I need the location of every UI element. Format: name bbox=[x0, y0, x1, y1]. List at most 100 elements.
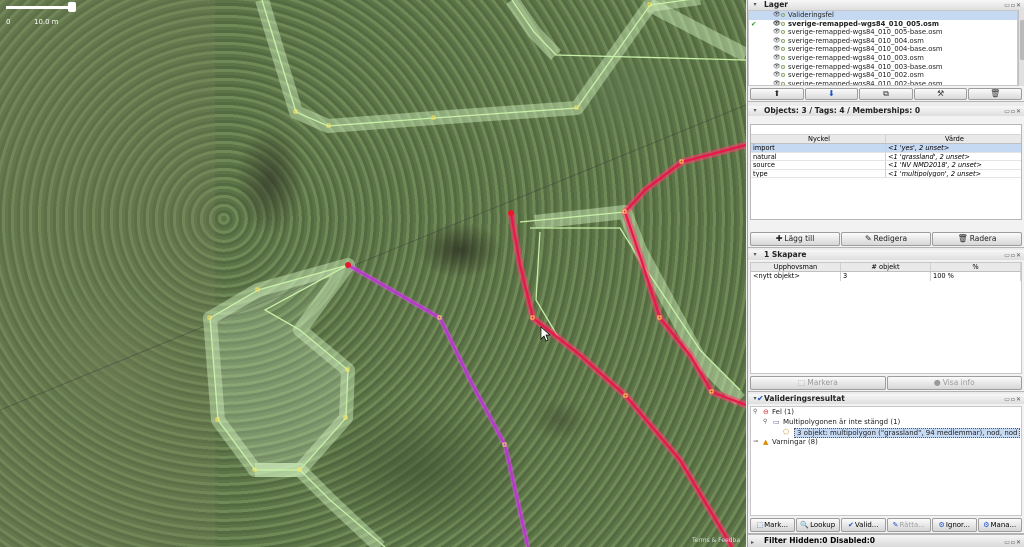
dialog-controls[interactable]: ▭▫✕ bbox=[1004, 395, 1022, 405]
tag-value: <1 'grassland', 2 unset> bbox=[888, 152, 970, 161]
authors-title: 1 Skapare bbox=[764, 250, 807, 259]
tag-filter-row[interactable] bbox=[751, 125, 1021, 135]
column-count[interactable]: # objekt bbox=[841, 263, 931, 271]
add-tag-button[interactable]: ✚ Lägg till bbox=[750, 232, 840, 246]
layer-item[interactable]: 👁 sverige-remapped-wgs84_010_004.osm bbox=[749, 37, 1017, 46]
tree-errors[interactable]: ⚲ ⊖ Fel (1) bbox=[751, 407, 1021, 417]
visibility-icon[interactable]: 👁 bbox=[773, 63, 781, 72]
error-ways[interactable] bbox=[507, 141, 746, 547]
validation-title-bar[interactable]: ▾ ✔ Valideringsresultat ▭▫✕ bbox=[748, 394, 1024, 404]
visibility-icon[interactable]: 👁 bbox=[773, 80, 781, 85]
filter-title-bar[interactable]: ▸ Filter Hidden:0 Disabled:0 ▭▫✕ bbox=[748, 534, 1024, 547]
scale-zero-label: 0 bbox=[6, 18, 11, 26]
layer-item[interactable]: 👁 sverige-remapped-wgs84_010_004-base.osm bbox=[749, 45, 1017, 54]
expand-toggle-icon[interactable]: ⊸ bbox=[753, 437, 758, 447]
selected-node[interactable] bbox=[508, 210, 514, 216]
map-view[interactable]: 0 10.0 m Terms & Feedba bbox=[0, 0, 746, 547]
zoom-slider-knob[interactable] bbox=[68, 2, 76, 12]
layer-name: sverige-remapped-wgs84_010_004.osm bbox=[788, 36, 924, 45]
expand-toggle-icon[interactable]: ⚲ bbox=[753, 407, 757, 417]
ignore-button[interactable]: ⚙Ignor... bbox=[932, 518, 977, 532]
collapse-icon[interactable]: ▸ bbox=[751, 537, 754, 547]
column-author[interactable]: Upphovsman bbox=[751, 263, 841, 271]
collapse-icon[interactable]: ▾ bbox=[751, 107, 759, 115]
layer-item[interactable]: 👁 sverige-remapped-wgs84_010_002.osm bbox=[749, 71, 1017, 80]
check-icon: ✔ bbox=[757, 394, 764, 403]
selected-node[interactable] bbox=[345, 262, 351, 268]
validation-dialog: ▾ ✔ Valideringsresultat ▭▫✕ ⚲ ⊖ Fel (1) … bbox=[748, 394, 1024, 534]
tab-icon: ✎ bbox=[892, 521, 899, 529]
member-way[interactable] bbox=[346, 262, 531, 547]
layer-scrollbar[interactable] bbox=[1018, 10, 1024, 86]
tag-row[interactable]: type <1 'multipolygon', 2 unset> bbox=[751, 169, 1021, 179]
column-percent[interactable]: % bbox=[931, 263, 1021, 271]
scale-bar: 0 10.0 m bbox=[6, 2, 76, 26]
delete-layer-button[interactable]: 🗑 bbox=[968, 88, 1022, 100]
tags-title-bar[interactable]: ▾ Objects: 3 / Tags: 4 / Memberships: 0 … bbox=[748, 106, 1024, 116]
layer-item[interactable]: 👁 sverige-remapped-wgs84_010_005-base.osm bbox=[749, 28, 1017, 37]
tag-row[interactable]: source <1 'NV NMD2018', 2 unset> bbox=[751, 161, 1021, 170]
tag-row[interactable]: natural <1 'grassland', 2 unset> bbox=[751, 152, 1021, 162]
trash-icon: 🗑 bbox=[957, 234, 968, 243]
layer-item[interactable]: ✔ 👁 sverige-remapped-wgs84_010_005.osm bbox=[749, 20, 1017, 29]
visibility-icon[interactable]: 👁 bbox=[773, 71, 781, 80]
tree-error-group[interactable]: ⚲ ▭ Multipolygonen är inte stängd (1) bbox=[751, 417, 1021, 427]
layer-item[interactable]: 👁 sverige-remapped-wgs84_010_002-base.osm bbox=[749, 80, 1017, 85]
dialog-controls[interactable]: ▭▫✕ bbox=[1004, 537, 1022, 547]
column-value[interactable]: Värde bbox=[886, 135, 1021, 143]
layers-title-bar[interactable]: ▾ Lager ▭▫✕ bbox=[748, 0, 1024, 10]
validation-tree[interactable]: ⚲ ⊖ Fel (1) ⚲ ▭ Multipolygonen är inte s… bbox=[750, 406, 1022, 516]
select-author-button[interactable]: ⬚ Markera bbox=[750, 376, 886, 390]
manage-button[interactable]: ⚙Mana... bbox=[977, 518, 1022, 532]
layer-icon bbox=[781, 81, 785, 85]
column-key[interactable]: Nyckel bbox=[751, 135, 886, 143]
tag-value: <1 'yes', 2 unset> bbox=[888, 144, 950, 152]
edit-tag-button[interactable]: ✎ Redigera bbox=[841, 232, 931, 246]
layer-tools-button[interactable]: ⚒ bbox=[913, 88, 968, 100]
tag-value: <1 'multipolygon', 2 unset> bbox=[888, 169, 982, 178]
dialog-controls[interactable]: ▭▫✕ bbox=[1004, 251, 1022, 261]
visibility-icon[interactable]: 👁 bbox=[773, 28, 781, 37]
layer-item[interactable]: 👁 Valideringsfel bbox=[749, 11, 1017, 20]
tags-title: Objects: 3 / Tags: 4 / Memberships: 0 bbox=[764, 106, 921, 115]
layer-item[interactable]: 👁 sverige-remapped-wgs84_010_003.osm bbox=[749, 54, 1017, 63]
dialog-controls[interactable]: ▭▫✕ bbox=[1004, 107, 1022, 117]
visibility-icon[interactable]: 👁 bbox=[773, 54, 781, 63]
author-table-header: Upphovsman # objekt % bbox=[751, 263, 1021, 272]
tab-icon: ⚙ bbox=[938, 521, 945, 529]
attribution[interactable]: Terms & Feedba bbox=[692, 537, 740, 544]
author-name: <nytt objekt> bbox=[751, 272, 841, 281]
layer-item[interactable]: 👁 sverige-remapped-wgs84_010_003-base.osm bbox=[749, 63, 1017, 72]
tree-warnings[interactable]: ⊸ ▲ Varningar (8) bbox=[751, 437, 1021, 447]
tree-error-item[interactable]: ⬠ 3 objekt: multipolygon ("grassland", 9… bbox=[751, 427, 1021, 438]
authors-title-bar[interactable]: ▾ 1 Skapare ▭▫✕ bbox=[748, 250, 1024, 260]
author-row[interactable]: <nytt objekt> 3 100 % bbox=[751, 272, 1021, 281]
layer-icon bbox=[781, 30, 785, 35]
visibility-icon[interactable]: 👁 bbox=[773, 11, 781, 20]
validate-button[interactable]: ✔Valid... bbox=[841, 518, 886, 532]
expand-toggle-icon[interactable]: ⚲ bbox=[763, 417, 767, 427]
side-panel: ▾ Lager ▭▫✕ 👁 Valideringsfel ✔ 👁 sverige-rem… bbox=[747, 0, 1024, 547]
visibility-icon[interactable]: 👁 bbox=[773, 20, 781, 29]
author-buttons: ⬚ Markera ● Visa info bbox=[750, 376, 1022, 390]
visibility-icon[interactable]: 👁 bbox=[773, 37, 781, 46]
select-icon: ⬚ bbox=[797, 378, 806, 387]
tag-buttons: ✚ Lägg till ✎ Redigera 🗑 Radera bbox=[750, 232, 1022, 246]
tag-row[interactable]: import <1 'yes', 2 unset> bbox=[751, 144, 1021, 153]
delete-tag-button[interactable]: 🗑 Radera bbox=[932, 232, 1022, 246]
tag-key: import bbox=[751, 144, 886, 152]
layer-icon bbox=[781, 38, 785, 43]
lookup-button[interactable]: 🔍Lookup bbox=[795, 518, 840, 532]
visibility-icon[interactable]: 👁 bbox=[773, 45, 781, 54]
move-up-button[interactable]: ⬆ bbox=[750, 88, 804, 100]
collapse-icon[interactable]: ▾ bbox=[751, 251, 759, 259]
fix-button[interactable]: ✎Rätta... bbox=[886, 518, 931, 532]
layer-name: sverige-remapped-wgs84_010_005-base.osm bbox=[788, 28, 943, 37]
tab-icon: ✔ bbox=[848, 521, 854, 529]
collapse-icon[interactable]: ▾ bbox=[751, 1, 759, 9]
move-down-button[interactable]: ⬇ bbox=[804, 88, 859, 100]
show-info-button[interactable]: ● Visa info bbox=[886, 376, 1022, 390]
layer-list[interactable]: 👁 Valideringsfel ✔ 👁 sverige-remapped-wgs84_… bbox=[748, 10, 1018, 86]
mark-button[interactable]: ⬚Mark... bbox=[750, 518, 795, 532]
merge-layer-button[interactable]: ⧉ bbox=[859, 88, 913, 100]
